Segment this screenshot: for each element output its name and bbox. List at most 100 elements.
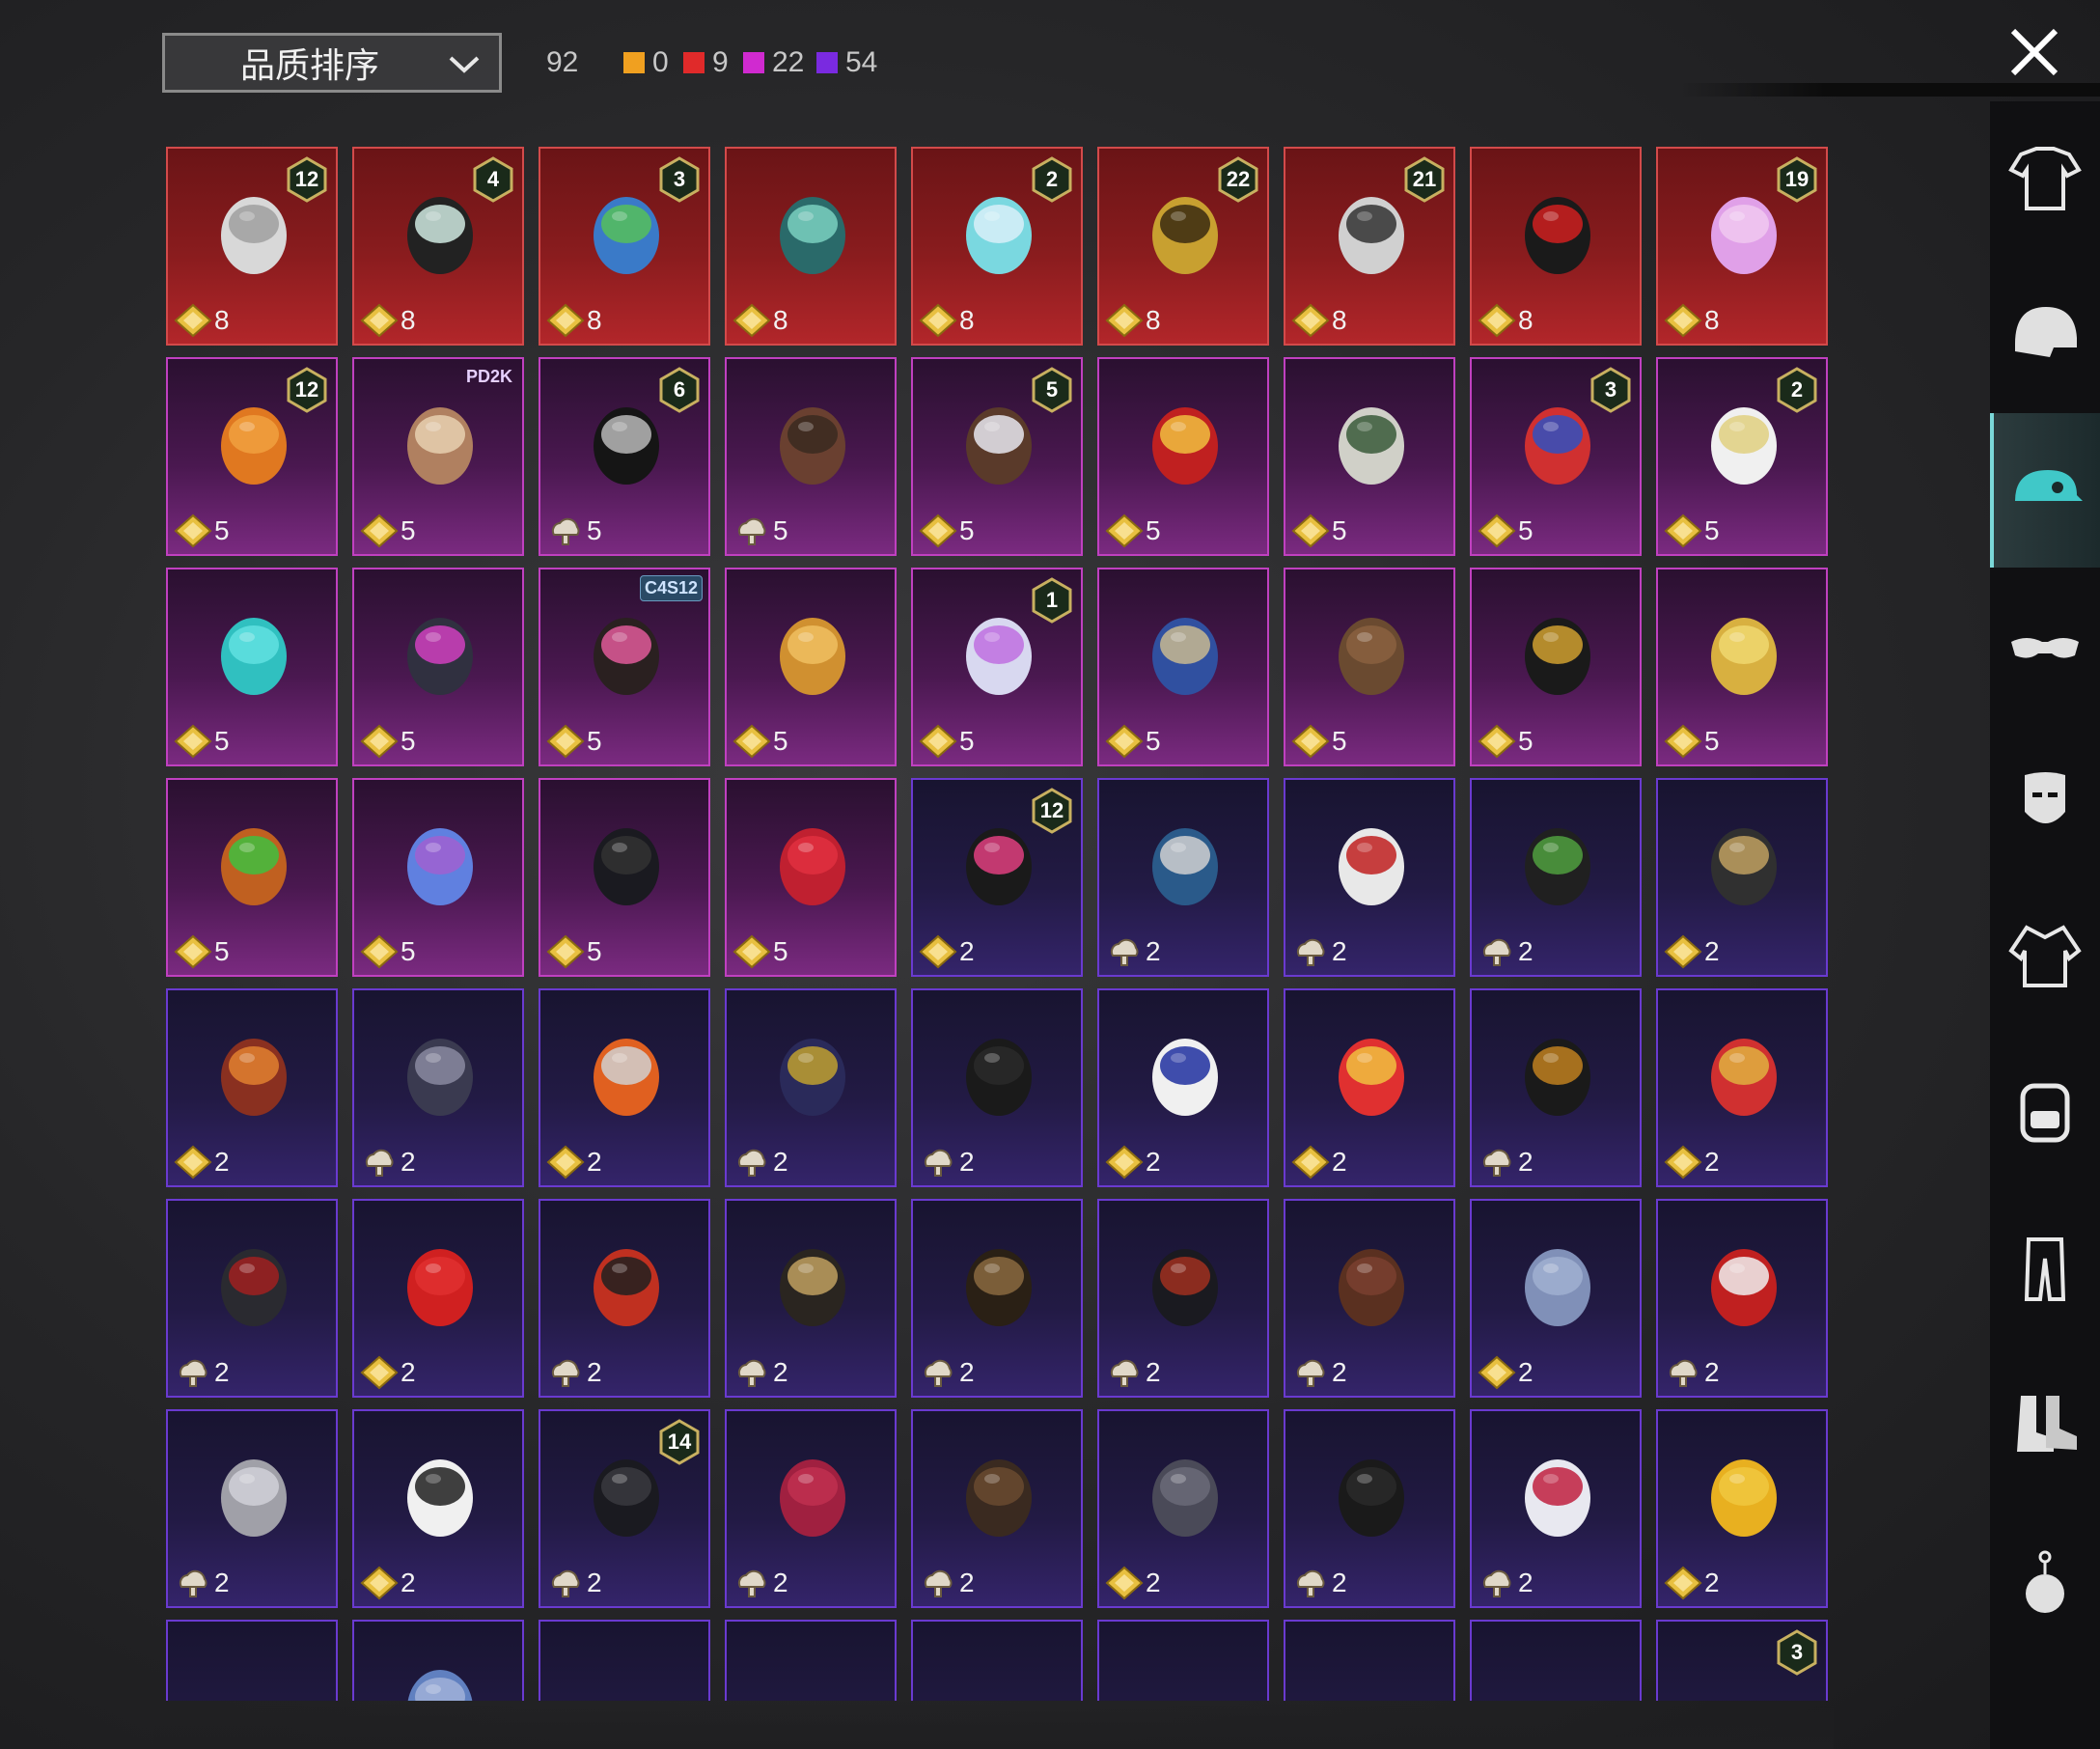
inventory-item[interactable]: 2 xyxy=(1097,988,1269,1187)
close-icon[interactable] xyxy=(2003,21,2065,83)
inventory-item[interactable]: 2 xyxy=(1470,1199,1642,1398)
cost-value: 2 xyxy=(1146,1147,1161,1177)
item-cost: 5 xyxy=(546,934,602,969)
inventory-item[interactable]: 5 xyxy=(1656,568,1828,766)
inventory-item[interactable]: 5 xyxy=(166,778,338,977)
inventory-item[interactable] xyxy=(539,1620,710,1701)
inventory-item[interactable]: 25 xyxy=(1656,357,1828,556)
sidebar-item-shoes[interactable] xyxy=(1990,1346,2100,1501)
inventory-item[interactable]: 35 xyxy=(1470,357,1642,556)
inventory-item[interactable]: 2 xyxy=(725,1409,897,1608)
inventory-item[interactable]: 5 xyxy=(352,778,524,977)
item-thumbnail xyxy=(1142,1230,1229,1346)
sidebar-item-helmet[interactable] xyxy=(1990,256,2100,410)
inventory-item[interactable] xyxy=(911,1620,1083,1701)
sidebar-item-pants[interactable] xyxy=(1990,1192,2100,1346)
inventory-item[interactable]: 12 8 xyxy=(166,147,338,346)
diamond-currency-icon xyxy=(360,934,399,969)
inventory-item[interactable]: 2 xyxy=(1284,1409,1455,1608)
sidebar-item-glasses[interactable] xyxy=(1990,569,2100,724)
diamond-currency-icon xyxy=(919,303,957,338)
inventory-item[interactable]: 3 xyxy=(1656,1620,1828,1701)
inventory-item[interactable]: 2 xyxy=(1097,1409,1269,1608)
inventory-item[interactable]: 8 xyxy=(725,147,897,346)
inventory-item[interactable]: 2 xyxy=(1284,988,1455,1187)
inventory-item[interactable]: 2 xyxy=(1470,1409,1642,1608)
inventory-item[interactable]: 15 xyxy=(911,568,1083,766)
inventory-item[interactable]: 12 2 xyxy=(911,778,1083,977)
inventory-item[interactable] xyxy=(1284,1620,1455,1701)
item-thumbnail xyxy=(1328,598,1415,714)
sidebar-item-hat[interactable] xyxy=(1990,413,2100,568)
cloud-currency-icon xyxy=(732,1566,771,1600)
level-badge: 12 xyxy=(286,156,328,203)
inventory-item[interactable]: 2 xyxy=(911,1409,1083,1608)
inventory-item[interactable]: 2 xyxy=(725,988,897,1187)
inventory-item[interactable]: 2 xyxy=(352,1199,524,1398)
item-thumbnail xyxy=(1700,388,1787,504)
inventory-item[interactable]: 5 xyxy=(1284,568,1455,766)
inventory-item[interactable]: 2 xyxy=(1656,778,1828,977)
inventory-item[interactable]: 2 xyxy=(1656,1409,1828,1608)
inventory-item[interactable]: 5 xyxy=(1470,568,1642,766)
inventory-item[interactable]: 55 xyxy=(911,357,1083,556)
sidebar-item-outfit[interactable] xyxy=(1990,101,2100,256)
inventory-grid-area[interactable]: 12 8 4 8 3 8 8 2 8 22 8 21 8 8 19 8 12 5 PD2K 5 6 5 5 5 5 5 5 3 5 2 5 5… xyxy=(154,135,1834,1701)
item-thumbnail xyxy=(210,1440,297,1556)
inventory-item[interactable] xyxy=(166,1620,338,1701)
inventory-item[interactable]: 2 xyxy=(166,1199,338,1398)
inventory-item[interactable]: 12 5 xyxy=(166,357,338,556)
inventory-item[interactable]: 5 xyxy=(166,568,338,766)
inventory-item[interactable] xyxy=(1470,1620,1642,1701)
inventory-item[interactable]: 38 xyxy=(539,147,710,346)
inventory-item[interactable]: 14 2 xyxy=(539,1409,710,1608)
sidebar-item-backpack[interactable] xyxy=(1990,1033,2100,1187)
inventory-item[interactable]: 2 xyxy=(352,1409,524,1608)
inventory-item[interactable]: 2 xyxy=(1470,988,1642,1187)
inventory-item[interactable]: 22 8 xyxy=(1097,147,1269,346)
inventory-item[interactable]: 5 xyxy=(725,357,897,556)
sidebar-item-accessory[interactable] xyxy=(1990,1506,2100,1660)
inventory-item[interactable]: 5 xyxy=(352,568,524,766)
inventory-item[interactable]: 2 xyxy=(911,988,1083,1187)
inventory-item[interactable]: 2 xyxy=(352,988,524,1187)
diamond-currency-icon xyxy=(174,514,212,548)
level-value: 19 xyxy=(1784,167,1810,191)
inventory-item[interactable]: 5 xyxy=(1097,568,1269,766)
inventory-item[interactable]: 2 xyxy=(166,1409,338,1608)
inventory-item[interactable]: 48 xyxy=(352,147,524,346)
inventory-item[interactable]: 2 xyxy=(1656,988,1828,1187)
inventory-item[interactable]: 19 8 xyxy=(1656,147,1828,346)
cost-value: 2 xyxy=(1146,1357,1161,1387)
inventory-item[interactable]: 5 xyxy=(1097,357,1269,556)
inventory-item[interactable]: 2 xyxy=(725,1199,897,1398)
inventory-item[interactable]: 21 8 xyxy=(1284,147,1455,346)
inventory-item[interactable]: 2 xyxy=(166,988,338,1187)
inventory-item[interactable] xyxy=(352,1620,524,1701)
item-cost: 2 xyxy=(1291,1566,1347,1600)
inventory-item[interactable]: 2 xyxy=(539,988,710,1187)
inventory-item[interactable]: 5 xyxy=(539,778,710,977)
inventory-item[interactable]: 28 xyxy=(911,147,1083,346)
inventory-item[interactable]: 2 xyxy=(1284,1199,1455,1398)
inventory-item[interactable]: 2 xyxy=(1284,778,1455,977)
diamond-currency-icon xyxy=(174,724,212,759)
inventory-item[interactable]: 65 xyxy=(539,357,710,556)
inventory-item[interactable] xyxy=(725,1620,897,1701)
inventory-item[interactable]: C4S12 5 xyxy=(539,568,710,766)
sort-dropdown[interactable]: 品质排序 xyxy=(162,33,502,93)
inventory-item[interactable]: 2 xyxy=(1097,1199,1269,1398)
sidebar-item-mask[interactable] xyxy=(1990,724,2100,878)
inventory-item[interactable]: 2 xyxy=(1470,778,1642,977)
inventory-item[interactable]: PD2K 5 xyxy=(352,357,524,556)
inventory-item[interactable]: 2 xyxy=(539,1199,710,1398)
inventory-item[interactable]: 2 xyxy=(1097,778,1269,977)
inventory-item[interactable]: 2 xyxy=(911,1199,1083,1398)
inventory-item[interactable]: 8 xyxy=(1470,147,1642,346)
inventory-item[interactable]: 5 xyxy=(725,778,897,977)
inventory-item[interactable] xyxy=(1097,1620,1269,1701)
inventory-item[interactable]: 5 xyxy=(1284,357,1455,556)
sidebar-item-jacket[interactable] xyxy=(1990,878,2100,1033)
inventory-item[interactable]: 2 xyxy=(1656,1199,1828,1398)
inventory-item[interactable]: 5 xyxy=(725,568,897,766)
